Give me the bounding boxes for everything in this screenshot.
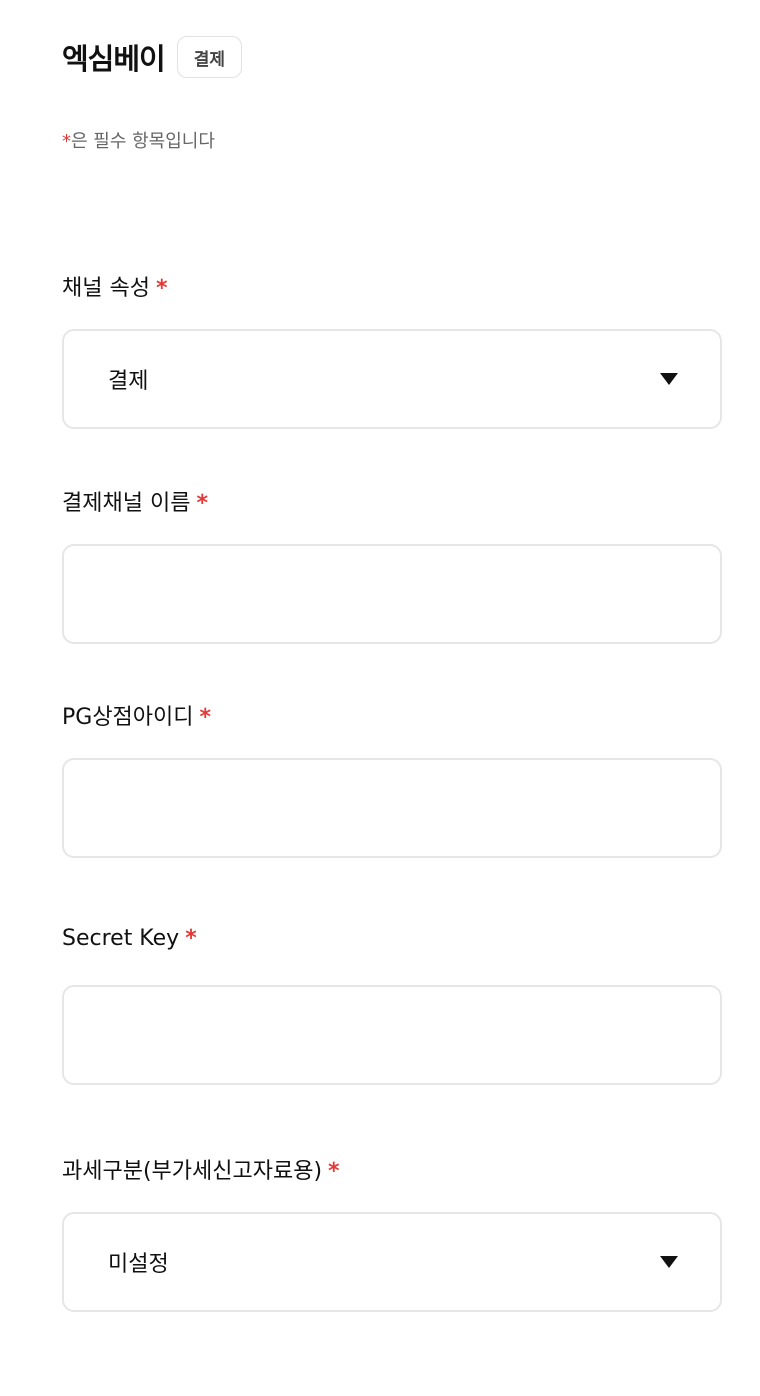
field-label-text: 채널 속성 xyxy=(62,276,150,301)
field-label-channel-name: 결제채널 이름 * xyxy=(62,485,208,517)
required-star: * xyxy=(185,926,197,951)
field-label-text: Secret Key xyxy=(62,926,180,951)
channel-name-field-box xyxy=(62,544,722,644)
merchant-id-input[interactable] xyxy=(64,760,720,856)
required-star: * xyxy=(196,491,208,516)
required-star: * xyxy=(155,276,168,301)
field-label-text: PG상점아이디 xyxy=(62,705,194,730)
required-note-text: 은 필수 항목입니다 xyxy=(71,131,215,152)
page-header: 엑심베이 결제 xyxy=(62,36,243,78)
required-star: * xyxy=(62,131,71,152)
page-title: 엑심베이 xyxy=(62,42,166,76)
channel-name-input[interactable] xyxy=(64,546,720,642)
field-label-text: 과세구분(부가세신고자료용) xyxy=(62,1159,323,1184)
field-label-channel-type: 채널 속성 * xyxy=(62,270,167,302)
secret-key-input[interactable] xyxy=(64,987,720,1083)
secret-key-field-box xyxy=(62,985,722,1085)
merchant-id-field-box xyxy=(62,758,722,858)
required-note: *은 필수 항목입니다 xyxy=(62,127,215,153)
select-value: 결제 xyxy=(108,369,149,394)
field-label-text: 결제채널 이름 xyxy=(62,491,191,516)
field-label-merchant-id: PG상점아이디 * xyxy=(62,699,211,731)
required-star: * xyxy=(328,1159,340,1184)
field-label-tax-type: 과세구분(부가세신고자료용) * xyxy=(62,1153,340,1185)
caret-down-icon xyxy=(660,1256,678,1268)
type-badge: 결제 xyxy=(176,36,243,78)
field-label-secret-key: Secret Key * xyxy=(62,926,197,951)
channel-type-select[interactable]: 결제 xyxy=(62,329,722,429)
select-value: 미설정 xyxy=(108,1252,169,1277)
caret-down-icon xyxy=(660,373,678,385)
tax-type-select[interactable]: 미설정 xyxy=(62,1212,722,1312)
required-star: * xyxy=(199,705,212,730)
